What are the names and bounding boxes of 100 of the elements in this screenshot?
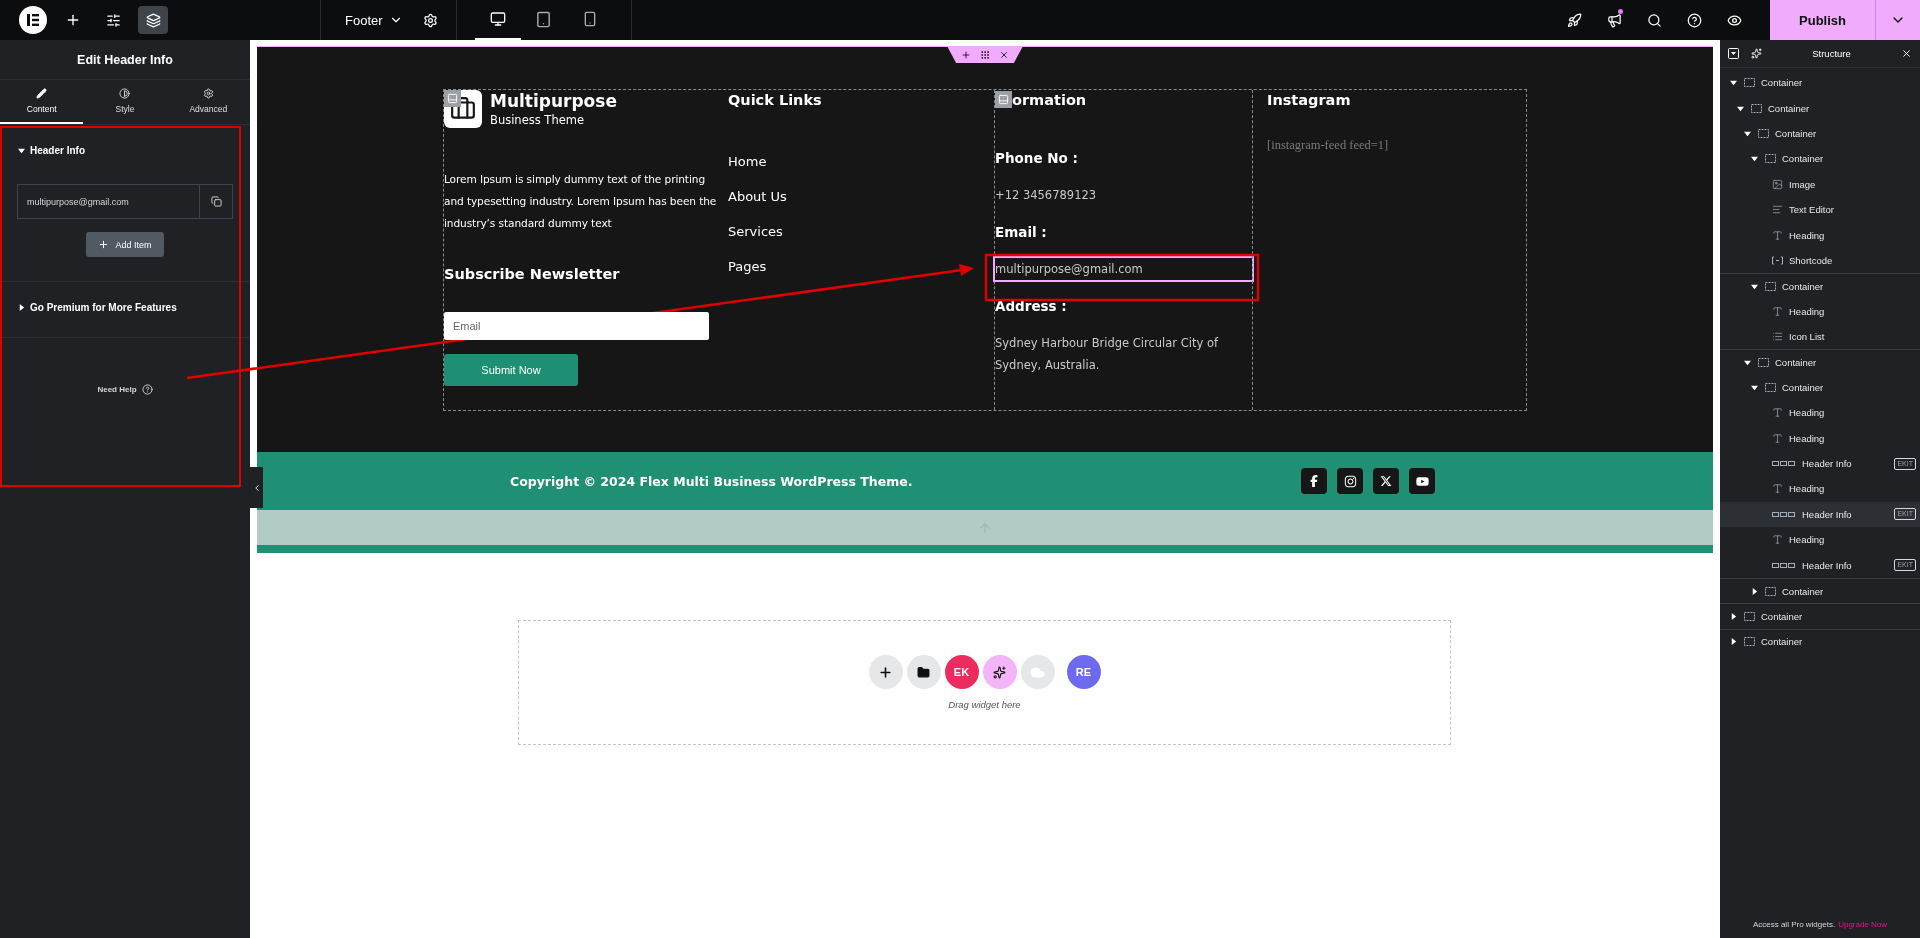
- rocket-icon: [1566, 12, 1582, 28]
- footer-link[interactable]: Pages: [728, 259, 994, 274]
- structure-item-label: Container: [1782, 280, 1824, 292]
- info-label: Phone No :: [995, 149, 1079, 168]
- footer-link[interactable]: About Us: [728, 189, 994, 204]
- caret-down-icon[interactable]: [1751, 282, 1759, 290]
- drop-area[interactable]: EK RE Drag widget here: [518, 620, 1451, 745]
- desktop-icon: [489, 11, 506, 27]
- container-icon: [1765, 382, 1776, 392]
- caret-down-icon[interactable]: [1751, 383, 1759, 391]
- container-icon: [1744, 637, 1755, 647]
- caret-down-icon[interactable]: [1744, 359, 1752, 366]
- brand-name: Multipurpose: [490, 91, 617, 111]
- structure-item[interactable]: Container: [1720, 374, 1920, 401]
- add-section-button[interactable]: [868, 655, 903, 689]
- section-header[interactable]: Header Info: [0, 145, 103, 156]
- instagram-icon: [1343, 474, 1357, 488]
- caret-right-icon[interactable]: [1751, 587, 1759, 595]
- structure-item[interactable]: Container: [1720, 603, 1920, 629]
- structure-item[interactable]: Heading: [1720, 425, 1920, 451]
- widget-icon: [998, 93, 1009, 105]
- caret-down-icon[interactable]: [1737, 104, 1745, 112]
- plus-icon: [878, 664, 893, 680]
- caret-down-icon[interactable]: [1744, 129, 1752, 137]
- structure-item[interactable]: Container: [1720, 146, 1920, 172]
- edit-handle[interactable]: [995, 90, 1012, 108]
- structure-item[interactable]: Container: [1720, 349, 1920, 375]
- social-link[interactable]: [1373, 468, 1399, 494]
- structure-item-label: Container: [1761, 77, 1803, 89]
- structure-item[interactable]: Heading: [1720, 298, 1920, 324]
- panel-tab[interactable]: Advanced: [166, 80, 250, 124]
- structure-item-label: Container: [1775, 127, 1817, 139]
- template-button[interactable]: [906, 655, 941, 689]
- upgrade-link[interactable]: Upgrade Now: [1838, 919, 1888, 929]
- edit-handle[interactable]: [444, 90, 461, 107]
- caret-down-icon[interactable]: [1730, 79, 1738, 87]
- app-logo[interactable]: [18, 5, 48, 35]
- social-link[interactable]: [1301, 468, 1327, 494]
- toolbar-button[interactable]: [138, 6, 168, 34]
- addon-button[interactable]: RE: [1066, 655, 1101, 689]
- close-button[interactable]: [1901, 48, 1912, 59]
- plus-icon: [98, 239, 110, 250]
- info-label: Address :: [995, 297, 1068, 316]
- structure-item-label: Text Editor: [1789, 204, 1834, 216]
- structure-item[interactable]: Heading: [1720, 476, 1920, 502]
- caret-right-icon[interactable]: [1730, 612, 1738, 620]
- structure-item[interactable]: Container: [1720, 95, 1920, 121]
- ai-button[interactable]: [1751, 48, 1762, 59]
- structure-item-label: Heading: [1789, 432, 1825, 444]
- folder-icon: [917, 665, 930, 679]
- structure-item[interactable]: Heading: [1720, 400, 1920, 426]
- caret-right-icon[interactable]: [1730, 638, 1738, 646]
- add-item-button[interactable]: Add Item: [86, 232, 164, 257]
- structure-item[interactable]: Container: [1720, 120, 1920, 147]
- info-value: +12 3456789123: [995, 187, 1098, 204]
- heading-icon: [1772, 229, 1783, 241]
- heading-icon: [1772, 407, 1783, 419]
- email-field[interactable]: Email: [444, 312, 709, 340]
- structure-item[interactable]: Heading: [1720, 222, 1920, 248]
- structure-item[interactable]: Heading: [1720, 527, 1920, 553]
- social-link[interactable]: [1337, 468, 1363, 494]
- structure-item[interactable]: Text Editor: [1720, 196, 1920, 223]
- settings-icon: [422, 12, 438, 28]
- description-text: Lorem Ipsum is simply dummy text of the printing and typesetting industry. Lorem Ipsum has been the industry’s standard dummy text: [444, 172, 718, 231]
- social-link[interactable]: [1409, 468, 1435, 494]
- addon-button[interactable]: EK: [944, 655, 979, 689]
- help-link[interactable]: Need Help: [97, 384, 153, 395]
- structure-item-label: Heading: [1789, 305, 1825, 317]
- structure-item[interactable]: Container: [1720, 273, 1920, 299]
- heading-icon: [1772, 305, 1783, 317]
- footer-link[interactable]: Home: [728, 154, 994, 169]
- structure-item[interactable]: Shortcode: [1720, 247, 1920, 274]
- structure-item-label: Container: [1782, 585, 1824, 597]
- structure-item[interactable]: Container: [1720, 628, 1920, 654]
- container-icon: [1765, 586, 1776, 596]
- header-info-icon: [1772, 461, 1796, 467]
- container-icon: [1744, 611, 1755, 621]
- structure-item[interactable]: Container: [1720, 70, 1920, 96]
- structure-item[interactable]: Image: [1720, 171, 1920, 197]
- newsletter-heading: Subscribe Newsletter: [444, 266, 621, 282]
- pencil-icon: [36, 88, 48, 99]
- panel-tab[interactable]: Content: [0, 80, 84, 124]
- document-dropdown[interactable]: Footer: [339, 11, 409, 29]
- repeater-item[interactable]: multipurpose@gmail.com: [17, 184, 233, 219]
- collapse-all-button[interactable]: [1728, 48, 1739, 59]
- footer-link[interactable]: Services: [728, 224, 994, 239]
- structure-item[interactable]: Container: [1720, 577, 1920, 604]
- tablet-icon: [535, 10, 553, 28]
- section-header[interactable]: Go Premium for More Features: [0, 302, 195, 313]
- panel-tab[interactable]: Style: [83, 80, 167, 124]
- publish-button[interactable]: Publish: [1770, 0, 1875, 40]
- caret-down-icon[interactable]: [1751, 155, 1759, 163]
- text-lines-icon: [1772, 204, 1783, 216]
- structure-item[interactable]: Icon List: [1720, 323, 1920, 350]
- container-icon: [1758, 358, 1769, 367]
- submit-button[interactable]: Submit Now: [444, 354, 578, 386]
- shortcode-text: [instagram-feed feed=1]: [1267, 138, 1390, 153]
- ai-button[interactable]: [982, 655, 1017, 689]
- help-icon: [141, 384, 153, 395]
- settings-button[interactable]: [422, 12, 438, 28]
